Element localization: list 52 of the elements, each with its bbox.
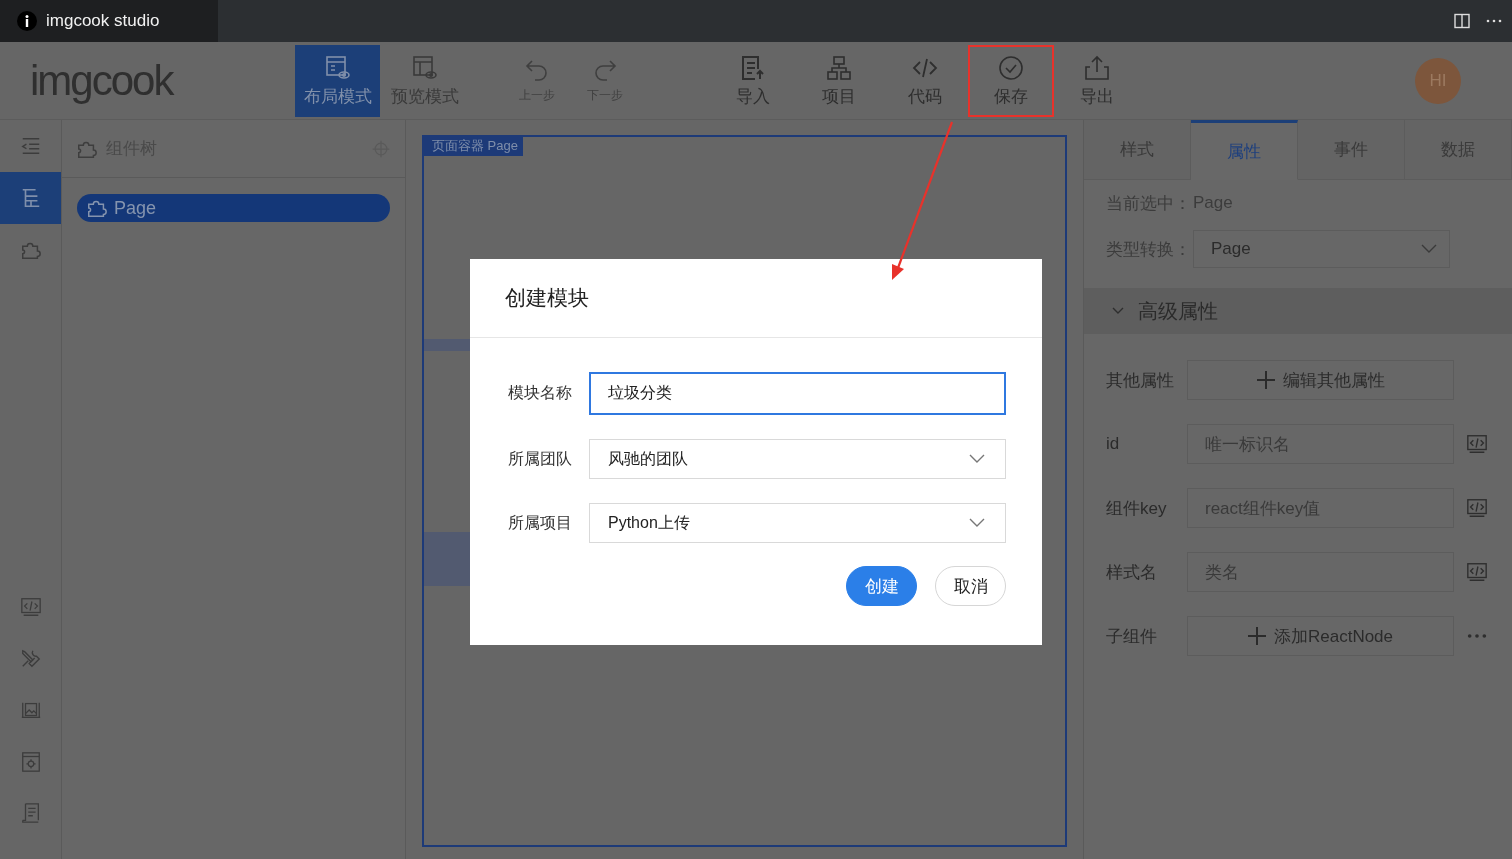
property-label: 样式名: [1106, 561, 1158, 584]
split-view-icon[interactable]: [1454, 13, 1470, 29]
toolbar-button[interactable]: 保存: [968, 45, 1054, 117]
cancel-button[interactable]: 取消: [935, 566, 1006, 606]
property-label: 子组件: [1106, 625, 1158, 648]
document-icon: [19, 802, 42, 825]
input-field[interactable]: 垃圾分类: [589, 372, 1006, 415]
share-icon: [1084, 54, 1110, 81]
select-field[interactable]: Page: [1193, 230, 1450, 268]
window-title: imgcook studio: [46, 11, 160, 31]
info-icon: [17, 11, 37, 31]
chevron-down-icon: [969, 518, 985, 528]
plus-icon: [1256, 371, 1275, 389]
settings-icon: [19, 750, 42, 773]
preview-icon: [411, 54, 438, 81]
chevron-down-icon: [1112, 307, 1124, 315]
code-screen-icon: [19, 596, 42, 619]
toolbar-button[interactable]: 导出: [1054, 45, 1140, 117]
toolbar-button[interactable]: 代码: [882, 45, 968, 117]
field-label: 所属团队: [508, 448, 573, 469]
property-label: id: [1106, 434, 1121, 454]
code-screen-icon[interactable]: [1466, 497, 1488, 519]
plus-icon: [1247, 627, 1266, 645]
select-field[interactable]: 风驰的团队: [589, 439, 1006, 479]
field-label: 所属项目: [508, 512, 573, 533]
redo-icon: [592, 57, 618, 83]
indent-icon: [19, 135, 42, 157]
field-label: 模块名称: [508, 383, 573, 403]
tab[interactable]: 属性: [1191, 120, 1298, 180]
window-tab[interactable]: imgcook studio: [0, 0, 218, 42]
chevron-down-icon: [969, 454, 985, 464]
mode-tab[interactable]: 布局模式: [295, 45, 380, 117]
hierarchy-icon: [826, 54, 852, 81]
property-label: 组件key: [1106, 497, 1168, 520]
add-button[interactable]: 编辑其他属性: [1187, 360, 1454, 400]
undo-icon: [524, 57, 550, 83]
document-upload-icon: [740, 54, 766, 81]
code-screen-icon[interactable]: [1466, 561, 1488, 583]
create-button[interactable]: 创建: [846, 566, 917, 606]
layout-icon: [324, 54, 351, 81]
frame-label: 页面容器 Page: [424, 137, 523, 156]
check-circle-icon: [998, 54, 1024, 81]
rail-item[interactable]: [0, 172, 61, 224]
property-label: 其他属性: [1106, 369, 1175, 392]
logo: imgcook: [30, 56, 175, 105]
select-field[interactable]: Python上传: [589, 503, 1006, 543]
code-screen-icon[interactable]: [1466, 433, 1488, 455]
tools-icon: [19, 647, 42, 670]
tree-node[interactable]: Page: [77, 194, 390, 222]
toolbar-button[interactable]: 导入: [710, 45, 796, 117]
add-button[interactable]: 添加ReactNode: [1187, 616, 1454, 656]
chevron-down-icon: [1421, 244, 1437, 254]
